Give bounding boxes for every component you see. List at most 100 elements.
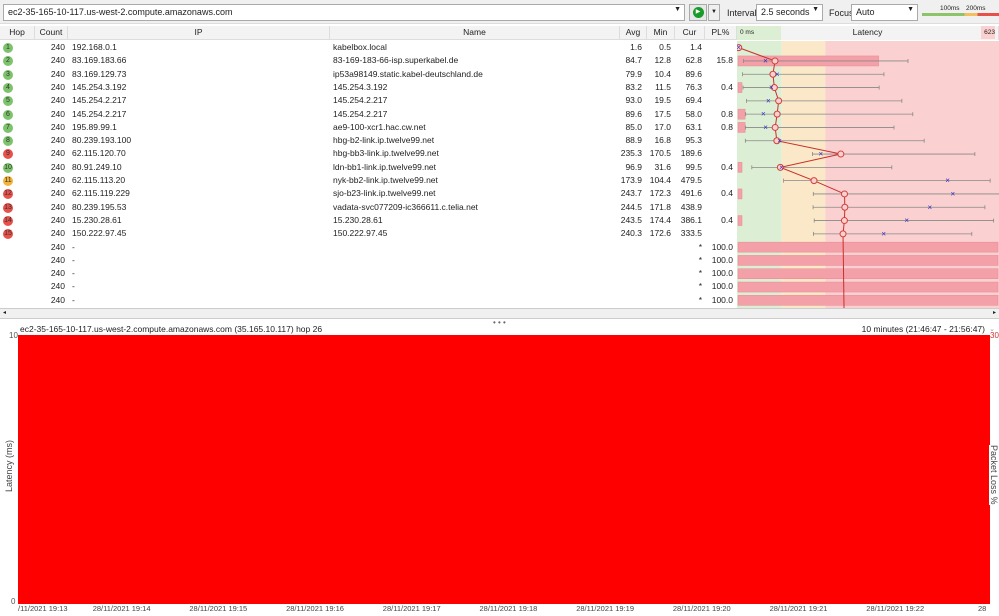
ip: 83.169.129.73 [72,68,127,79]
cur: 479.5 [680,175,702,185]
focus-value: Auto [856,7,875,17]
packet-loss-bar [737,255,999,266]
count: 240 [50,281,65,292]
col-hop[interactable]: Hop [0,26,35,40]
chevron-down-icon: ▼ [812,6,819,13]
cur: * [698,281,702,292]
y-left-max: 10 [9,331,18,340]
chevron-down-icon[interactable]: ▼ [674,6,681,13]
packet-loss-bar [737,215,743,226]
hop-status-icon: 3 [3,69,13,80]
avg-marker [810,177,818,185]
graph-time-range[interactable]: 10 minutes (21:46:47 - 21:56:47) [862,324,985,334]
avg: 96.9 [625,161,642,172]
hop-status-icon: 1 [3,43,13,53]
cur: 89.6 [685,68,702,79]
target-input[interactable]: ec2-35-165-10-117.us-west-2.compute.amaz… [3,4,685,21]
y-right-max: 30 [990,331,999,340]
y-right-label: Packet Loss % [989,445,999,505]
col-ip[interactable]: IP [68,26,330,40]
hostname: 150.222.97.45 [333,228,388,239]
packet-loss: 100.0 [711,281,733,292]
chevron-down-icon: ▼ [907,6,914,13]
y-left-min: 0 [11,597,16,606]
avg-marker [840,217,848,225]
col-name[interactable]: Name [330,26,620,40]
interval-label: Interval [727,8,757,18]
focus-select[interactable]: Auto ▼ [851,4,918,21]
toolbar: ec2-35-165-10-117.us-west-2.compute.amaz… [0,0,999,24]
legend-100ms: 100ms [940,5,960,12]
x-axis-label: 28 [978,604,987,613]
hop-status-icon: 9 [3,149,13,160]
x-axis-label: 28/11/2021 19:19 [576,604,635,613]
cur-marker-icon: × [775,70,780,79]
zone-warn [781,41,826,308]
cur-marker-icon: × [904,216,909,225]
col-avg[interactable]: Avg [620,26,647,40]
x-axis-label: 28/11/2021 19:17 [382,604,441,613]
count: 240 [50,241,65,252]
ip: 62.115.113.20 [72,175,126,185]
ip: 62.115.120.70 [72,148,126,159]
cur: 189.6 [680,148,702,159]
scroll-left-icon[interactable]: ◂ [3,309,6,316]
col-pl[interactable]: PL% [705,26,737,40]
avg-marker [841,203,849,211]
avg-marker [839,230,847,238]
col-cur[interactable]: Cur [675,26,705,40]
col-min[interactable]: Min [647,26,675,40]
packet-loss: 100.0 [711,241,733,252]
zone-good [737,41,782,308]
play-icon: ▶ [692,7,704,18]
cur: 1.4 [690,42,702,52]
count: 240 [50,42,65,52]
cur-marker-icon: × [881,229,886,238]
x-axis-label: 28/11/2021 19:14 [92,604,151,613]
min: 11.5 [655,81,671,92]
latency-max-label: 623 [981,26,995,39]
col-count[interactable]: Count [35,26,68,40]
min: 172.6 [649,228,671,239]
cur: 491.6 [680,188,702,199]
hostname: 145.254.2.217 [333,95,388,106]
packet-loss: 0.4 [721,188,733,199]
avg: 89.6 [625,108,642,119]
count: 240 [50,55,65,66]
ip: 150.222.97.45 [72,228,127,239]
cur-marker-icon: × [779,163,784,172]
hop-status-icon: 14 [3,215,13,226]
count: 240 [50,95,65,106]
x-axis-label: 28/11/2021 19:22 [866,604,925,613]
cur-marker-icon: × [763,123,768,132]
latency-time-graph[interactable] [18,335,990,604]
min: 19.5 [654,95,671,106]
min: 16.8 [654,135,671,146]
avg: 88.9 [625,135,642,146]
cur: 438.9 [680,201,702,212]
col-latency[interactable]: 0 ms Latency 623 [737,26,999,40]
packet-loss: 0.4 [721,161,733,172]
cur: * [698,241,702,252]
splitter-handle[interactable]: • • • [493,318,506,327]
count: 240 [50,148,65,159]
ip: 80.91.249.10 [72,161,122,172]
hostname: sjo-b23-link.ip.twelve99.net [333,188,436,199]
hop-status-icon: 12 [3,189,13,200]
min: 17.0 [654,121,671,132]
hostname: vadata-svc077209-ic366611.c.telia.net [333,201,478,212]
packet-loss-bar [737,82,743,93]
scroll-right-icon[interactable]: ▸ [993,309,996,316]
start-button[interactable]: ▶ [689,4,707,21]
start-options-dropdown[interactable]: ▼ [708,4,720,21]
count: 240 [50,175,65,185]
min: 104.4 [649,175,671,185]
latency-title: Latency [852,27,883,37]
avg: 243.5 [620,214,642,225]
hop-status-icon: 10 [3,162,13,173]
cur: 99.5 [685,161,702,172]
count: 240 [50,201,65,212]
interval-select[interactable]: 2.5 seconds ▼ [756,4,823,21]
ip: 192.168.0.1 [72,42,117,52]
cur: 63.1 [685,121,702,132]
